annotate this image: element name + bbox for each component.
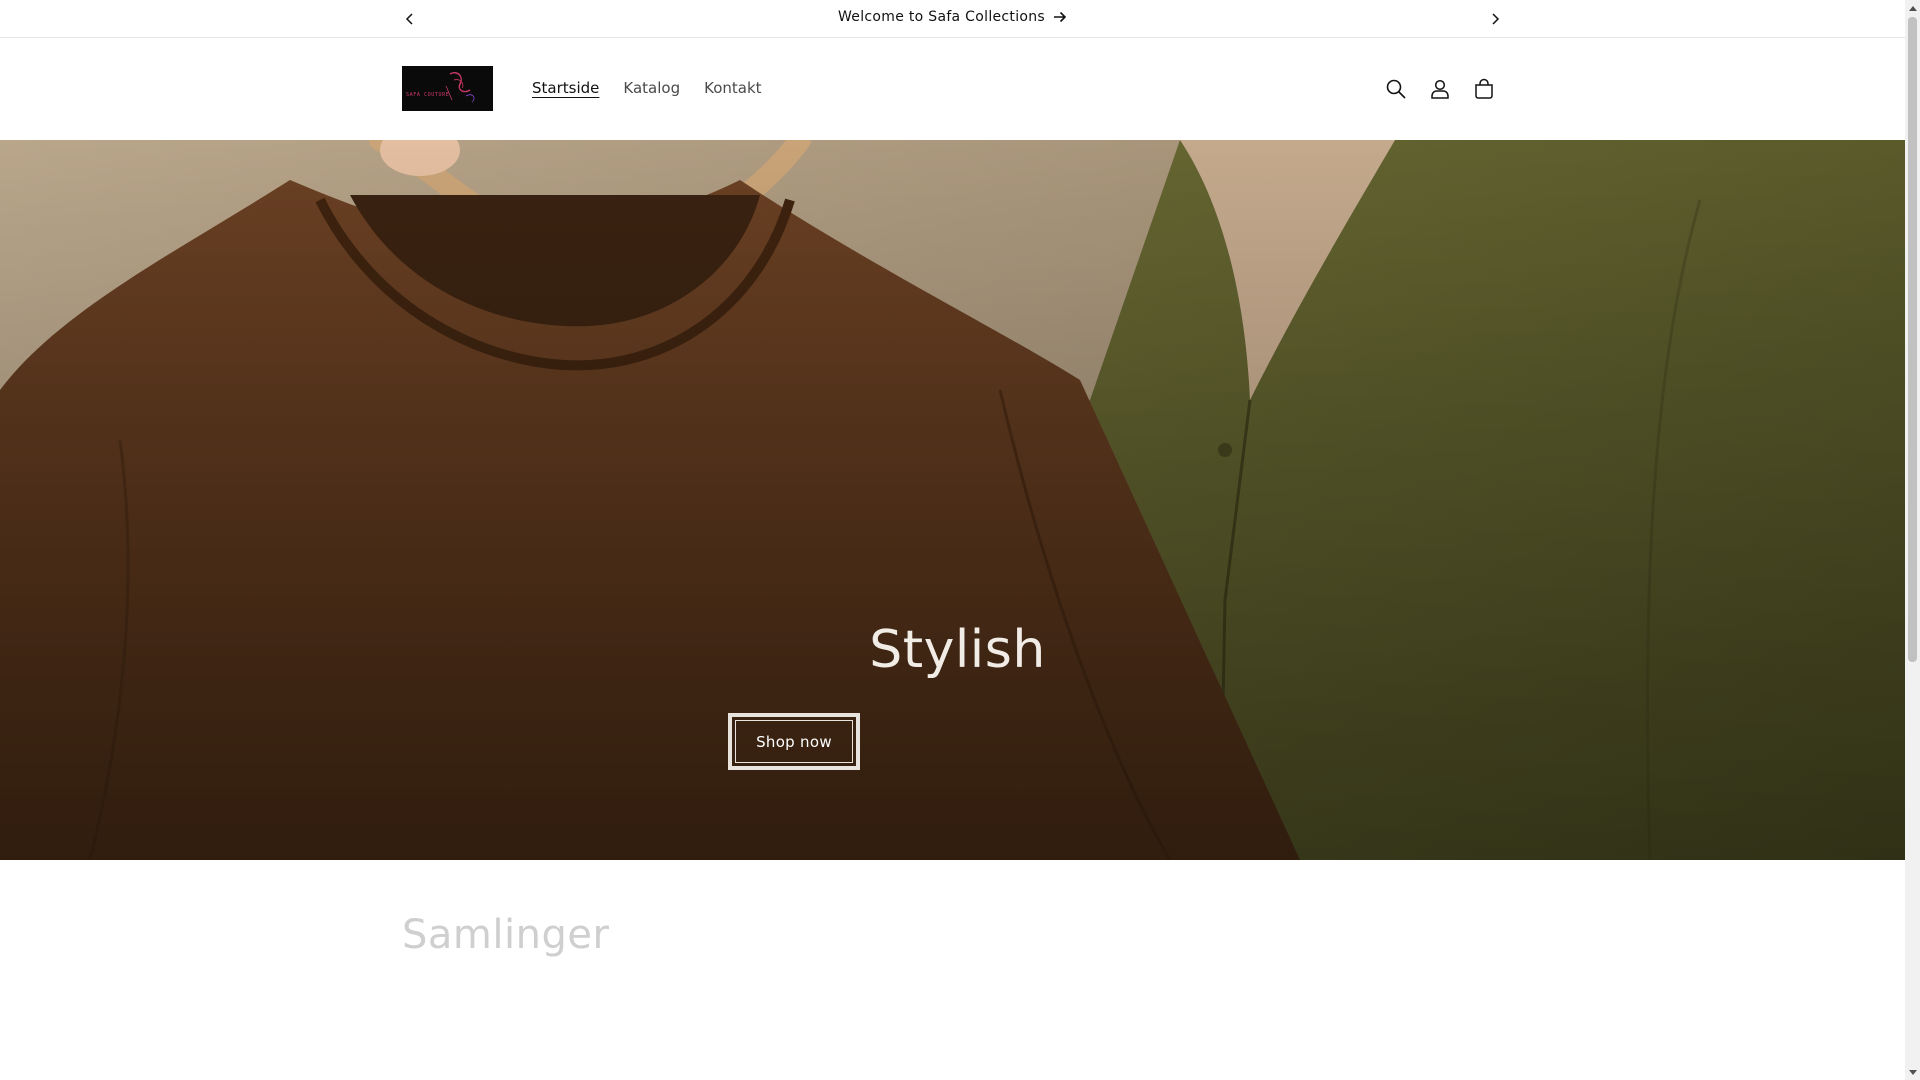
triangle-up-icon — [1908, 5, 1917, 11]
scroll-down-button[interactable] — [1905, 1065, 1920, 1080]
search-icon — [1386, 79, 1406, 99]
nav-item-startside[interactable]: Startside — [532, 79, 599, 97]
triangle-down-icon — [1908, 1069, 1917, 1075]
collections-title: Samlinger — [402, 912, 610, 958]
announcement-link[interactable]: Welcome to Safa Collections — [0, 9, 1905, 25]
arrow-right-icon — [1054, 11, 1067, 23]
scrollbar-thumb[interactable] — [1908, 17, 1917, 662]
site-header: SAFA COUTURE Startside Katalog Kontakt — [0, 39, 1905, 139]
cart-icon — [1475, 78, 1493, 99]
announcement-message: Welcome to Safa Collections — [837, 9, 1046, 25]
cart-button[interactable] — [1470, 75, 1498, 103]
hero-banner: Stylish Shop now — [0, 140, 1905, 860]
chevron-right-icon — [1492, 13, 1500, 25]
nav-item-kontakt[interactable]: Kontakt — [704, 79, 761, 97]
search-button[interactable] — [1382, 75, 1410, 103]
logo-graphic — [445, 72, 475, 103]
logo[interactable]: SAFA COUTURE — [402, 66, 493, 111]
header-icons — [1382, 75, 1498, 103]
shop-now-button[interactable]: Shop now — [728, 713, 860, 770]
account-icon — [1431, 79, 1449, 99]
announcement-next-button[interactable] — [1484, 8, 1506, 30]
hero-image — [0, 140, 1905, 860]
page-scrollbar[interactable] — [1905, 0, 1920, 1080]
nav-item-katalog[interactable]: Katalog — [623, 79, 680, 97]
logo-text: SAFA COUTURE — [406, 92, 450, 98]
main-nav: Startside Katalog Kontakt — [532, 79, 762, 97]
scroll-up-button[interactable] — [1905, 0, 1920, 15]
account-button[interactable] — [1426, 75, 1454, 103]
announcement-bar: Welcome to Safa Collections — [0, 0, 1905, 38]
hero-content: Stylish — [0, 620, 1905, 680]
hero-title: Stylish — [869, 620, 1046, 680]
